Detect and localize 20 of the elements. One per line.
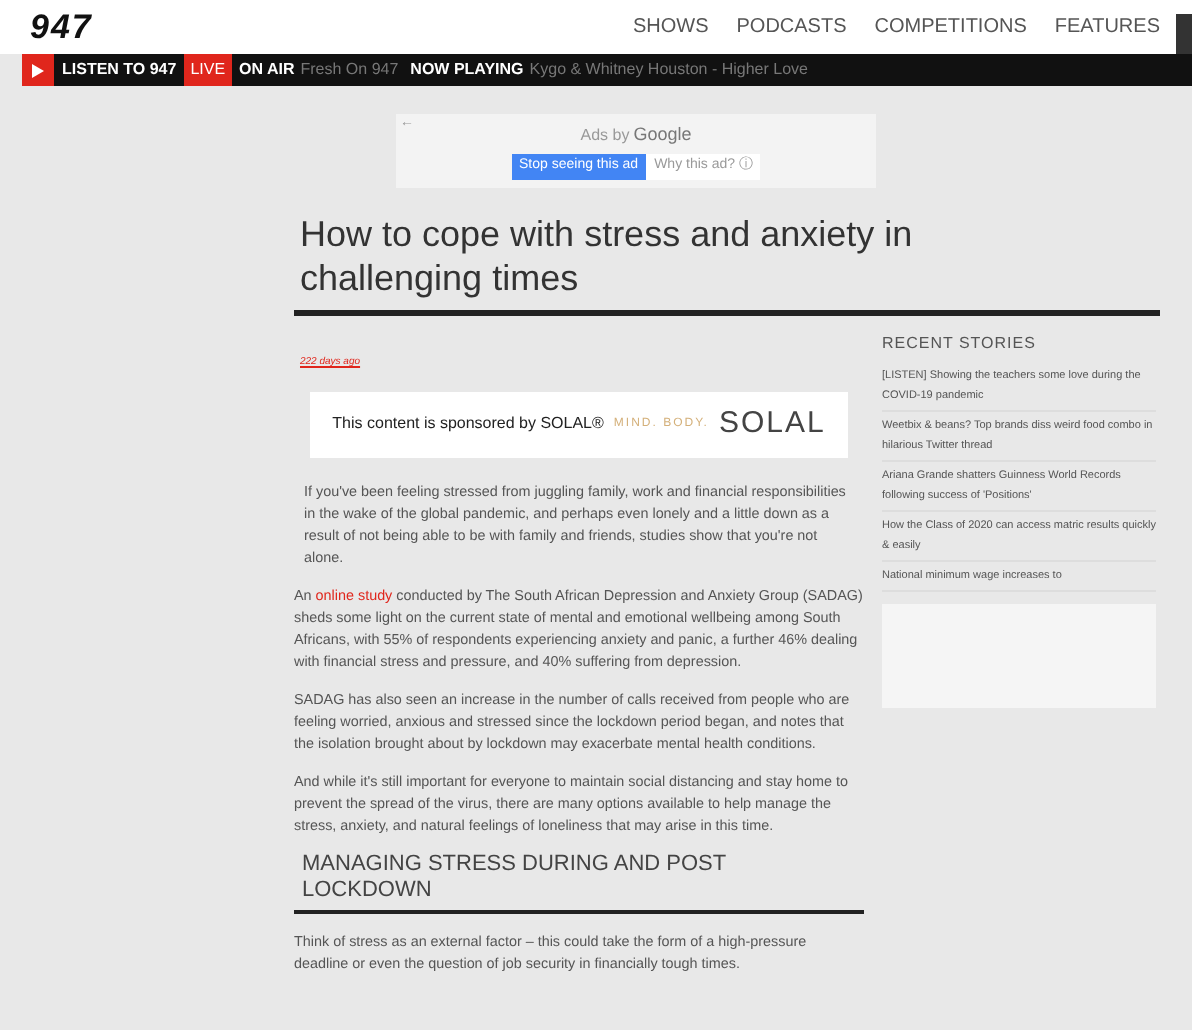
ad-label: Ads by bbox=[580, 124, 630, 149]
on-air-label: ON AIR bbox=[239, 58, 295, 82]
live-badge: LIVE bbox=[184, 54, 232, 86]
play-button[interactable] bbox=[22, 54, 54, 86]
nav-link[interactable]: FEATURES bbox=[1054, 12, 1160, 42]
logo[interactable]: 947 bbox=[30, 10, 93, 44]
sponsor-logo: SOLAL bbox=[718, 403, 826, 444]
nav-link[interactable]: SHOWS bbox=[632, 12, 709, 42]
article-title: How to cope with stress and anxiety in challenging times bbox=[298, 212, 915, 302]
on-air-show: Fresh On 947 bbox=[300, 58, 399, 82]
nav-link[interactable]: COMPETITIONS bbox=[874, 12, 1027, 42]
listen-label[interactable]: LISTEN TO 947 bbox=[54, 58, 185, 82]
sponsor-text: This content is sponsored by SOLAL® bbox=[332, 412, 604, 436]
sidebar-title: RECENT STORIES bbox=[882, 332, 1038, 356]
now-playing-label: NOW PLAYING bbox=[410, 58, 524, 82]
now-playing-track: Kygo & Whitney Houston - Higher Love bbox=[529, 58, 808, 82]
ad-brand: Google bbox=[633, 122, 692, 149]
play-icon bbox=[32, 63, 44, 77]
nav-link[interactable]: PODCASTS bbox=[736, 12, 847, 42]
section-heading: MANAGING STRESS DURING AND POST LOCKDOWN bbox=[300, 851, 728, 905]
